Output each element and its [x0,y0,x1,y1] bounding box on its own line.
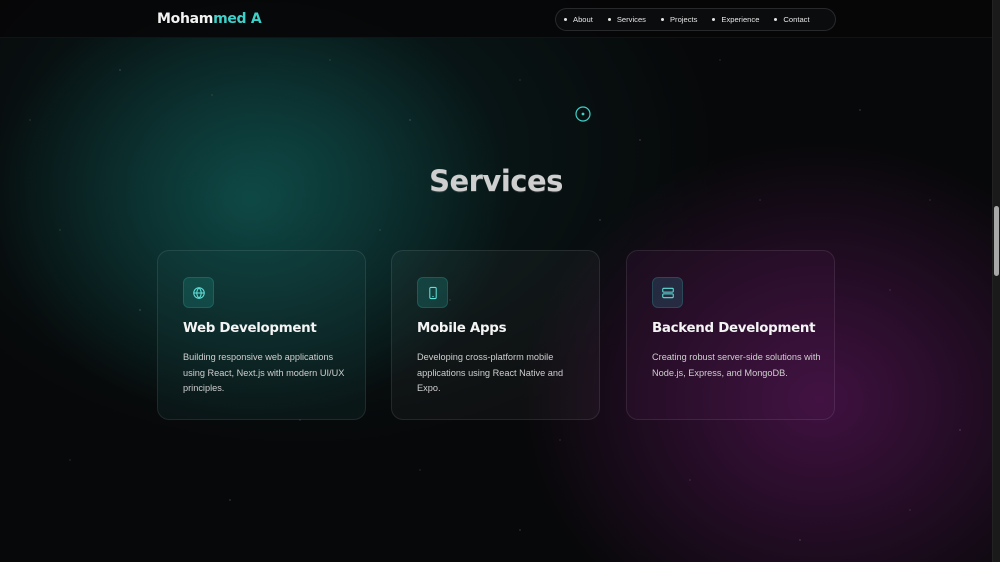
service-card-mobile[interactable]: Mobile Apps Developing cross-platform mo… [391,250,600,420]
top-navbar: Mohammed A About Services Projects Exper… [0,0,992,38]
bullet-icon [660,18,664,21]
service-description: Creating robust server-side solutions wi… [652,352,821,378]
target-cursor-icon [575,106,591,122]
section-title: Services [429,164,563,198]
bullet-icon [712,18,716,21]
globe-icon [183,277,214,308]
page-scrollbar[interactable] [992,0,1000,562]
nav-item-label: Experience [721,15,760,24]
nav-menu: About Services Projects Experience Conta… [555,8,836,31]
scrollbar-thumb[interactable] [994,206,999,276]
nav-item-label: Projects [669,15,698,24]
nav-item-contact[interactable]: Contact [774,15,810,24]
nav-item-projects[interactable]: Projects [660,15,698,24]
brand-logo[interactable]: Mohammed A [157,11,262,27]
nav-item-label: About [573,15,593,24]
smartphone-icon [417,277,448,308]
bullet-icon [564,18,567,21]
nav-item-experience[interactable]: Experience [712,15,759,24]
service-card-backend[interactable]: Backend Development Creating robust serv… [626,250,835,420]
nav-item-services[interactable]: Services [607,15,646,24]
brand-name-first: Moham [157,11,214,27]
nav-item-label: Services [616,15,646,24]
nav-item-label: Contact [783,15,810,24]
server-icon [652,277,683,308]
brand-name-second: med A [213,11,262,27]
nav-item-about[interactable]: About [564,15,593,24]
service-title: Web Development [183,321,317,336]
service-title: Mobile Apps [417,321,507,336]
service-title: Backend Development [652,321,816,336]
service-description: Building responsive web applications usi… [183,352,345,394]
service-card-web[interactable]: Web Development Building responsive web … [157,250,366,420]
bullet-icon [774,18,778,21]
bullet-icon [607,18,611,21]
service-description: Developing cross-platform mobile applica… [417,352,564,394]
